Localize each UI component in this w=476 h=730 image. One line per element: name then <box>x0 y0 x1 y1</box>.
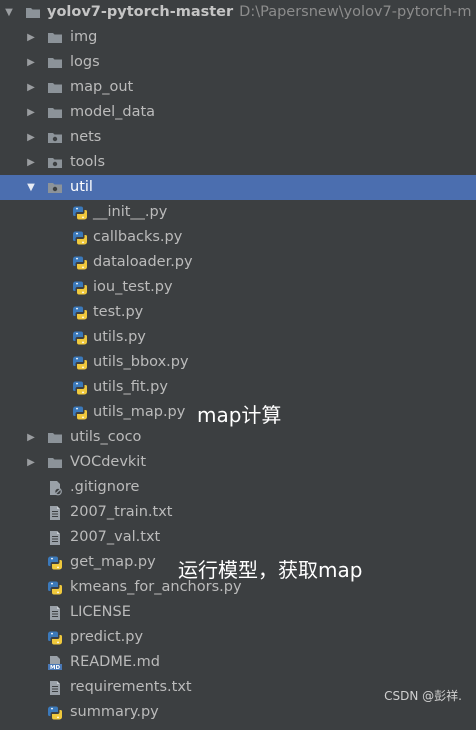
tree-item-label: LICENSE <box>70 604 131 620</box>
root-path: D:\Papersnew\yolov7-pytorch-m <box>239 4 472 20</box>
tree-item-logs[interactable]: ▶ logs <box>0 50 476 75</box>
chevron-down-icon[interactable]: ▼ <box>24 175 38 200</box>
tree-item-utils-py[interactable]: utils.py <box>0 325 476 350</box>
tree-item-2007-train-txt[interactable]: 2007_train.txt <box>0 500 476 525</box>
tree-item-label: utils_bbox.py <box>93 354 189 370</box>
tree-item-label: tools <box>70 154 106 170</box>
chevron-right-icon[interactable]: ▶ <box>24 125 38 150</box>
tree-root-label: yolov7-pytorch-master D:\Papersnew\yolov7… <box>47 0 471 25</box>
tree-item-utils-fit-py[interactable]: utils_fit.py <box>0 375 476 400</box>
python-file-icon <box>72 305 88 321</box>
tree-item-tools[interactable]: ▶ tools <box>0 150 476 175</box>
tree-item-label: test.py <box>93 304 144 320</box>
text-file-icon <box>47 505 63 521</box>
python-file-icon <box>47 580 63 596</box>
chevron-right-icon[interactable]: ▶ <box>24 50 38 75</box>
tree-item-label: VOCdevkit <box>70 454 147 470</box>
python-file-icon <box>72 230 88 246</box>
text-file-icon <box>47 605 63 621</box>
folder-icon <box>47 455 63 471</box>
chevron-right-icon[interactable]: ▶ <box>24 75 38 100</box>
root-name: yolov7-pytorch-master <box>47 4 234 20</box>
chevron-right-icon[interactable]: ▶ <box>24 100 38 125</box>
package-folder-icon <box>47 130 63 146</box>
folder-icon <box>47 80 63 96</box>
tree-item-2007-val-txt[interactable]: 2007_val.txt <box>0 525 476 550</box>
python-file-icon <box>72 405 88 421</box>
folder-icon <box>47 105 63 121</box>
text-file-icon <box>47 680 63 696</box>
tree-item-license[interactable]: LICENSE <box>0 600 476 625</box>
tree-item-utils-bbox-py[interactable]: utils_bbox.py <box>0 350 476 375</box>
python-file-icon <box>72 330 88 346</box>
tree-item-label: predict.py <box>70 629 144 645</box>
tree-root-row[interactable]: ▼ yolov7-pytorch-master D:\Papersnew\yolov… <box>0 0 476 25</box>
tree-item-map-out[interactable]: ▶ map_out <box>0 75 476 100</box>
tree-item-label: callbacks.py <box>93 229 183 245</box>
tree-item-dataloader-py[interactable]: dataloader.py <box>0 250 476 275</box>
tree-item-test-py[interactable]: test.py <box>0 300 476 325</box>
text-file-icon <box>47 530 63 546</box>
tree-item-label: utils_map.py <box>93 404 186 420</box>
tree-item-readme-md[interactable]: MD README.md <box>0 650 476 675</box>
tree-item-nets[interactable]: ▶ nets <box>0 125 476 150</box>
tree-item-label: __init__.py <box>93 204 168 220</box>
svg-text:MD: MD <box>50 665 60 671</box>
tree-item-label: map_out <box>70 79 134 95</box>
tree-item-util[interactable]: ▼ util <box>0 175 476 200</box>
python-file-icon <box>47 555 63 571</box>
tree-item-label: 2007_train.txt <box>70 504 173 520</box>
tree-item-label: iou_test.py <box>93 279 173 295</box>
tree-item-label: 2007_val.txt <box>70 529 161 545</box>
tree-item-vocdevkit[interactable]: ▶ VOCdevkit <box>0 450 476 475</box>
chevron-right-icon[interactable]: ▶ <box>24 150 38 175</box>
tree-item-model-data[interactable]: ▶ model_data <box>0 100 476 125</box>
chevron-right-icon[interactable]: ▶ <box>24 450 38 475</box>
tree-item-label: utils.py <box>93 329 146 345</box>
python-file-icon <box>72 255 88 271</box>
chevron-right-icon[interactable]: ▶ <box>24 25 38 50</box>
tree-item-predict-py[interactable]: predict.py <box>0 625 476 650</box>
gitignore-file-icon <box>47 480 63 496</box>
chevron-down-icon[interactable]: ▼ <box>2 0 16 25</box>
tree-item-callbacks-py[interactable]: callbacks.py <box>0 225 476 250</box>
package-folder-icon <box>47 180 63 196</box>
python-file-icon <box>72 355 88 371</box>
annotation-get-map: 运行模型，获取map <box>178 558 363 582</box>
tree-item-label: nets <box>70 129 102 145</box>
python-file-icon <box>72 380 88 396</box>
chevron-right-icon[interactable]: ▶ <box>24 425 38 450</box>
tree-item-iou-test-py[interactable]: iou_test.py <box>0 275 476 300</box>
tree-item-label: util <box>70 179 93 195</box>
annotation-utils-map: map计算 <box>197 403 282 427</box>
tree-item-label: model_data <box>70 104 156 120</box>
folder-icon <box>47 55 63 71</box>
tree-item-utils-coco[interactable]: ▶ utils_coco <box>0 425 476 450</box>
python-file-icon <box>47 630 63 646</box>
tree-item-label: logs <box>70 54 100 70</box>
tree-item-label: .gitignore <box>70 479 140 495</box>
project-tree: ▼ yolov7-pytorch-master D:\Papersnew\yolov… <box>0 0 476 725</box>
tree-item-gitignore[interactable]: .gitignore <box>0 475 476 500</box>
python-file-icon <box>72 205 88 221</box>
tree-item-img[interactable]: ▶ img <box>0 25 476 50</box>
watermark: CSDN @彭祥. <box>384 689 462 703</box>
markdown-file-icon: MD <box>47 655 63 671</box>
package-folder-icon <box>47 155 63 171</box>
python-file-icon <box>47 705 63 721</box>
tree-item-label: README.md <box>70 654 160 670</box>
python-file-icon <box>72 280 88 296</box>
project-folder-icon <box>25 5 41 21</box>
tree-item-label: get_map.py <box>70 554 156 570</box>
tree-item-label: requirements.txt <box>70 679 192 695</box>
folder-icon <box>47 430 63 446</box>
tree-item-label: img <box>70 29 98 45</box>
tree-item-label: summary.py <box>70 704 159 720</box>
tree-item-label: utils_coco <box>70 429 142 445</box>
tree-item-label: dataloader.py <box>93 254 193 270</box>
tree-item-init-py[interactable]: __init__.py <box>0 200 476 225</box>
tree-item-label: utils_fit.py <box>93 379 168 395</box>
folder-icon <box>47 30 63 46</box>
